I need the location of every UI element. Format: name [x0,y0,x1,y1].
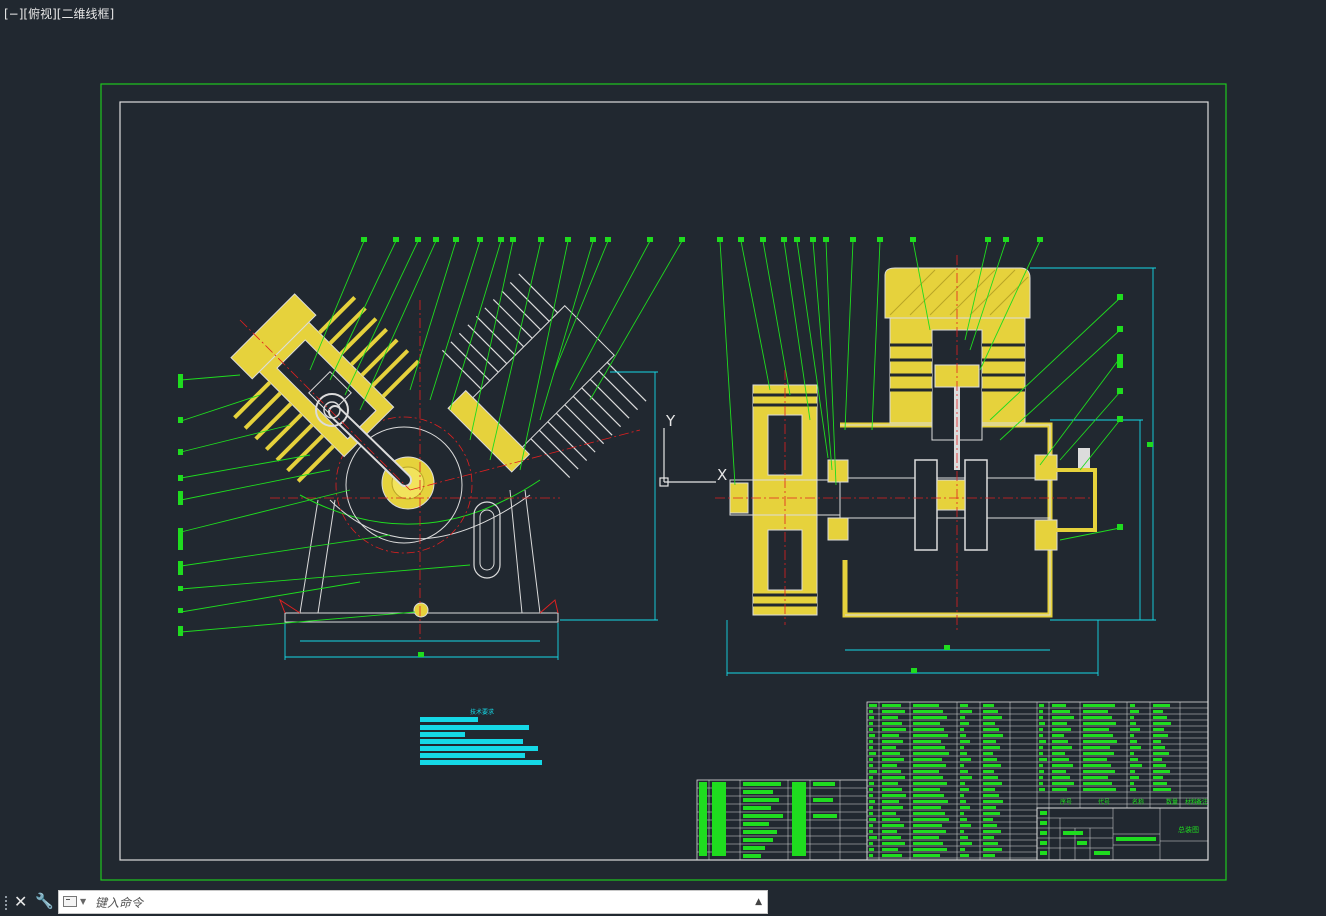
ucs-x-label: X [717,466,727,484]
title-block: 总装图 [1036,807,1209,861]
parts-list-lower [696,779,868,861]
chevron-down-icon[interactable]: ▼ [80,897,86,906]
ucs-y-label: Y [665,412,676,430]
ucs-icon [659,428,716,487]
left-view-balloons [178,237,685,657]
right-view-section [715,255,1156,676]
command-bar: ✕ 🔧 ▼ ▲ [0,888,1326,916]
header-qty: 数量 [1166,798,1178,806]
command-bar-grip[interactable] [4,895,8,911]
drawing-canvas[interactable]: Y X 技术要求 序号 代号 名称 数量 材料 备注 总装图 [0,0,1326,888]
command-input[interactable] [93,892,747,914]
header-seq: 序号 [1060,798,1072,806]
header-name: 名称 [1132,798,1144,806]
header-code: 代号 [1098,798,1110,806]
drawing-title: 总装图 [1178,825,1199,834]
command-input-box[interactable]: ▼ ▲ [58,890,768,914]
header-note: 备注 [1196,798,1208,806]
technical-notes: 技术要求 [420,708,542,765]
chevron-up-icon[interactable]: ▲ [755,897,762,907]
tech-notes-title: 技术要求 [470,708,494,716]
parts-table-header: 序号 代号 名称 数量 材料 备注 [1060,798,1208,806]
command-prompt-icon[interactable] [63,896,77,907]
close-icon[interactable]: ✕ [14,892,27,911]
wrench-icon[interactable]: 🔧 [35,892,54,910]
parts-list-upper: 序号 代号 名称 数量 材料 备注 [866,701,1209,861]
